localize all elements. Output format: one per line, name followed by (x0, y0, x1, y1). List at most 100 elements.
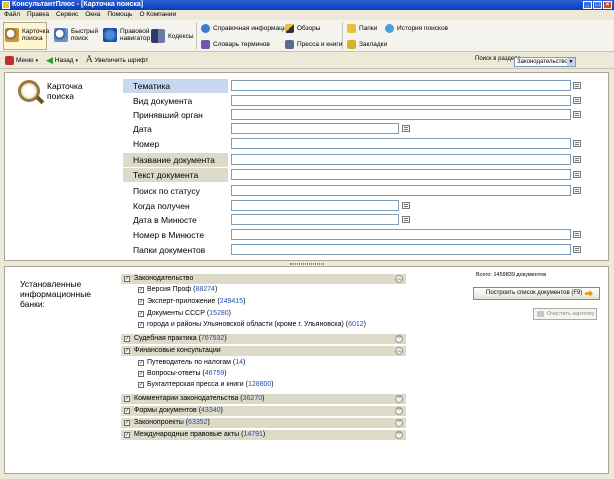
collapse-icon[interactable]: ︽ (395, 347, 403, 355)
date-field[interactable] (231, 123, 399, 134)
bank-item[interactable]: ✓ Бухгалтерская пресса и книги (128800) (138, 380, 274, 390)
menu-edit[interactable]: Правка (27, 10, 49, 20)
list-icon[interactable] (573, 111, 581, 118)
bank-item[interactable]: ✓ Эксперт-приложение (249415) (138, 297, 245, 307)
field-label-doc-type[interactable]: Вид документа (123, 94, 228, 108)
field-label-doc-name[interactable]: Название документа (123, 153, 228, 167)
menu-windows[interactable]: Окна (85, 10, 100, 20)
list-icon[interactable] (573, 231, 581, 238)
checkbox[interactable]: ✓ (138, 322, 144, 328)
menu-file[interactable]: Файл (4, 10, 20, 20)
checkbox[interactable]: ✓ (124, 420, 130, 426)
list-icon[interactable] (573, 246, 581, 253)
authority-field[interactable] (231, 109, 571, 120)
list-icon[interactable] (573, 140, 581, 147)
expand-icon[interactable]: ︾ (395, 395, 403, 403)
checkbox[interactable]: ✓ (124, 408, 130, 414)
maximize-icon[interactable]: □ (593, 1, 602, 9)
folders-field[interactable] (231, 244, 571, 255)
increase-font-button[interactable]: A Увеличить шрифт (86, 56, 148, 65)
list-icon[interactable] (573, 82, 581, 89)
splitter-grip[interactable] (290, 263, 324, 265)
list-icon[interactable] (573, 187, 581, 194)
expand-icon[interactable]: ︾ (395, 419, 403, 427)
quick-search-button[interactable]: Быстрый поиск (54, 28, 98, 42)
calendar-icon[interactable] (402, 216, 410, 223)
bank-item[interactable]: ✓ Путеводитель по налогам (14) (138, 358, 245, 368)
legal-navigator-button[interactable]: Правовой навигатор (103, 28, 154, 42)
reference-info-button[interactable]: Справочная информация (201, 24, 290, 33)
checkbox[interactable]: ✓ (138, 287, 144, 293)
bookmarks-button[interactable]: Закладки (347, 40, 387, 49)
list-icon[interactable] (573, 156, 581, 163)
reviews-button[interactable]: Обзоры (285, 24, 320, 33)
field-label-minjust-date[interactable]: Дата в Минюсте (123, 213, 228, 227)
bank-item[interactable]: ✓ Документы СССР (15280) (138, 309, 231, 319)
checkbox[interactable]: ✓ (124, 396, 130, 402)
checkbox[interactable]: ✓ (124, 336, 130, 342)
checkbox[interactable]: ✓ (138, 311, 144, 317)
doc-name-field[interactable] (231, 154, 571, 165)
calendar-icon[interactable] (402, 125, 410, 132)
bank-item[interactable]: ✓ Версия Проф (88274) (138, 285, 217, 295)
checkbox[interactable]: ✓ (138, 371, 144, 377)
menu-about[interactable]: О Компании (139, 10, 176, 20)
codes-button[interactable]: Кодексы (151, 29, 194, 43)
doc-text-field[interactable] (231, 169, 571, 180)
received-field[interactable] (231, 200, 399, 211)
field-label-topic[interactable]: Тематика (123, 79, 228, 93)
bank-group-finance[interactable]: ✓ Финансовые консультации ︽ (121, 346, 406, 356)
expand-icon[interactable]: ︾ (395, 431, 403, 439)
list-icon[interactable] (573, 97, 581, 104)
checkbox[interactable]: ✓ (138, 299, 144, 305)
checkbox[interactable]: ✓ (124, 276, 130, 282)
calendar-icon[interactable] (402, 202, 410, 209)
bank-group-court[interactable]: ✓ Судебная практика (767532) ︾ (121, 334, 406, 344)
status-field[interactable] (231, 185, 571, 196)
field-label-doc-text[interactable]: Текст документа (123, 168, 228, 182)
field-label-folders[interactable]: Папки документов (123, 243, 228, 257)
back-button[interactable]: ◀ Назад ▾ (46, 56, 78, 65)
minjust-number-field[interactable] (231, 229, 571, 240)
number-field[interactable] (231, 138, 571, 149)
back-arrow-icon: ◀ (46, 55, 53, 65)
list-icon[interactable] (573, 171, 581, 178)
field-label-number[interactable]: Номер (123, 137, 228, 151)
folders-button[interactable]: Папки (347, 24, 377, 33)
close-icon[interactable]: × (603, 1, 612, 9)
bank-item[interactable]: ✓ Вопросы-ответы (46759) (138, 369, 227, 379)
expand-icon[interactable]: ︾ (395, 335, 403, 343)
collapse-icon[interactable]: ︽ (395, 275, 403, 283)
minimize-icon[interactable]: _ (583, 1, 592, 9)
field-label-date[interactable]: Дата (123, 122, 228, 136)
field-label-status[interactable]: Поиск по статусу (123, 184, 228, 198)
section-select[interactable]: Законодательство ▼ (514, 57, 576, 67)
field-label-minjust-number[interactable]: Номер в Минюсте (123, 228, 228, 242)
dictionary-button[interactable]: Словарь терминов (201, 40, 270, 49)
minjust-date-field[interactable] (231, 214, 399, 225)
bank-group-comments[interactable]: ✓ Комментарии законодательства (36270) ︾ (121, 394, 406, 404)
search-history-button[interactable]: История поисков (385, 24, 448, 33)
bank-item[interactable]: ✓ города и районы Ульяновской области (кр… (138, 320, 366, 330)
menu-button[interactable]: Меню ▾ (5, 56, 38, 65)
bank-group-international[interactable]: ✓ Международные правовые акты (14791) ︾ (121, 430, 406, 440)
topic-field[interactable] (231, 80, 571, 91)
checkbox[interactable]: ✓ (138, 360, 144, 366)
bank-group-legislation[interactable]: ✓ Законодательство ︽ (121, 274, 406, 284)
menu-help[interactable]: Помощь (107, 10, 132, 20)
field-label-received[interactable]: Когда получен (123, 199, 228, 213)
field-label-authority[interactable]: Принявший орган (123, 108, 228, 122)
press-books-button[interactable]: Пресса и книги (285, 40, 342, 49)
doc-type-field[interactable] (231, 95, 571, 106)
menu-service[interactable]: Сервис (56, 10, 78, 20)
card-title: Карточка поиска (47, 81, 83, 101)
checkbox[interactable]: ✓ (124, 432, 130, 438)
bank-group-forms[interactable]: ✓ Формы документов (43340) ︾ (121, 406, 406, 416)
build-list-button[interactable]: Построить список документов (F9) (473, 287, 600, 300)
checkbox[interactable]: ✓ (138, 382, 144, 388)
expand-icon[interactable]: ︾ (395, 407, 403, 415)
checkbox[interactable]: ✓ (124, 348, 130, 354)
card-search-button[interactable]: Карточка поиска (5, 28, 49, 42)
bank-group-bills[interactable]: ✓ Законопроекты (63352) ︾ (121, 418, 406, 428)
clear-card-button[interactable]: Очистить карточку (533, 308, 597, 320)
